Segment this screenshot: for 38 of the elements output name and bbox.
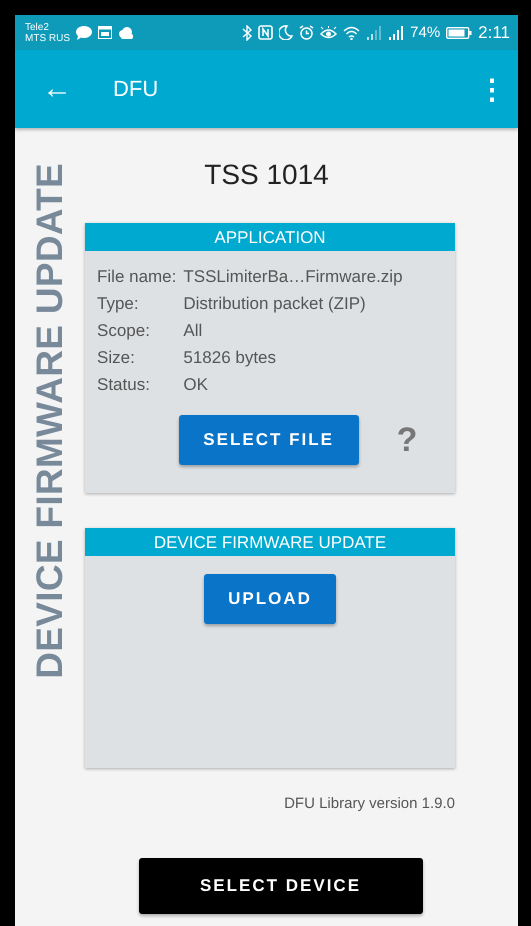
select-device-button[interactable]: SELECT DEVICE <box>138 858 422 914</box>
field-value: 51826 bytes <box>183 347 278 369</box>
field-value: Distribution packet (ZIP) <box>183 293 367 315</box>
chat-bubble-icon <box>76 26 92 40</box>
field-label: Scope: <box>97 320 151 342</box>
field-value: TSSLimiterBa…Firmware.zip <box>183 266 404 288</box>
card-header: DEVICE FIRMWARE UPDATE <box>85 528 455 556</box>
screen-title: DFU <box>113 76 160 102</box>
overflow-menu-button[interactable]: ⋮ <box>478 72 506 106</box>
clock-time: 2:11 <box>478 22 510 42</box>
back-button[interactable]: ← <box>37 72 77 106</box>
bluetooth-icon <box>242 24 252 40</box>
vertical-section-label: DEVICE FIRMWARE UPDATE <box>29 162 71 678</box>
nfc-icon <box>258 25 274 40</box>
signal-strong-icon <box>388 26 404 40</box>
field-label: File name: <box>97 266 176 288</box>
alarm-clock-icon <box>299 25 314 40</box>
field-label: Type: <box>97 293 140 315</box>
cloud-icon <box>118 26 134 38</box>
calendar-icon <box>98 26 112 39</box>
field-value: All <box>183 320 204 342</box>
eye-icon <box>320 26 338 40</box>
battery-icon <box>446 26 472 38</box>
help-mark[interactable]: ? <box>396 420 418 460</box>
upload-button[interactable]: UPLOAD <box>204 574 336 624</box>
signal-weak-icon <box>366 26 382 40</box>
carrier-name: Tele2 <box>25 22 50 32</box>
field-label: Status: <box>97 374 151 396</box>
battery-percent: 74% <box>410 24 440 41</box>
carrier-name: MTS RUS <box>25 32 70 44</box>
select-file-button[interactable]: SELECT FILE <box>178 415 359 465</box>
card-header: APPLICATION <box>85 223 455 251</box>
device-name: TSS 1014 <box>204 158 329 190</box>
moon-icon <box>279 25 294 40</box>
library-version: DFU Library version 1.9.0 <box>283 794 455 814</box>
field-value: OK <box>183 374 209 396</box>
field-label: Size: <box>97 347 136 369</box>
wifi-icon <box>343 26 360 40</box>
